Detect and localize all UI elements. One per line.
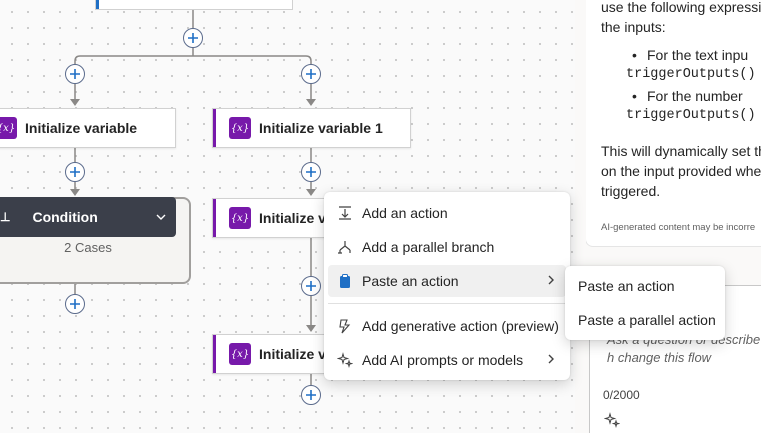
card-accent (213, 199, 216, 237)
sparkle-icon[interactable] (604, 412, 620, 428)
menu-item-label: Paste an action (362, 273, 459, 289)
plus-icon (306, 390, 316, 400)
plus-icon (306, 281, 316, 291)
action-card-initialize-variable[interactable]: {x} Initialize variable (0, 108, 176, 148)
chevron-right-icon (546, 352, 556, 368)
menu-item-add-parallel-branch[interactable]: Add a parallel branch (328, 231, 566, 263)
variable-icon: {x} (229, 207, 251, 229)
insert-step-button[interactable] (301, 64, 321, 84)
response-text: the inputs: (601, 19, 666, 35)
insert-step-button[interactable] (301, 276, 321, 296)
plus-icon (70, 69, 80, 79)
generative-action-icon (336, 317, 354, 335)
card-accent (96, 0, 99, 9)
insert-step-button[interactable] (301, 162, 321, 182)
response-text: use the following expressi (601, 0, 761, 15)
menu-item-label: Add generative action (preview) (362, 318, 559, 334)
insert-step-button[interactable] (183, 28, 203, 48)
action-card-initialize-variable-1[interactable]: {x} Initialize variable 1 (212, 108, 411, 148)
step-context-menu: Add an action Add a parallel branch Past… (324, 192, 570, 380)
insert-step-button[interactable] (301, 385, 321, 405)
response-text: triggered. (601, 183, 661, 199)
response-text: This will dynamically set th (601, 143, 761, 159)
action-title: Initialize variable (25, 120, 138, 136)
plus-icon (188, 33, 198, 43)
insert-step-button[interactable] (65, 64, 85, 84)
menu-item-add-ai-prompts[interactable]: Add AI prompts or models (328, 344, 566, 376)
menu-item-add-action[interactable]: Add an action (328, 197, 566, 229)
bullet-dot: • (632, 47, 637, 63)
condition-title: Condition (32, 209, 98, 225)
action-card-initialize-variable-3[interactable]: {x} Initialize v (212, 334, 332, 374)
submenu-item-paste-action[interactable]: Paste an action (569, 270, 721, 302)
insert-step-button[interactable] (65, 294, 85, 314)
plus-icon (306, 69, 316, 79)
menu-item-paste-action[interactable]: Paste an action (328, 265, 566, 297)
menu-item-label: Add AI prompts or models (362, 352, 524, 368)
menu-item-label: Add an action (362, 205, 448, 221)
variable-icon: {x} (229, 117, 251, 139)
action-title: Initialize v (259, 346, 326, 362)
clipboard-icon (336, 272, 354, 290)
card-accent (213, 109, 216, 147)
menu-item-label: Add a parallel branch (362, 239, 495, 255)
panel-gutter (575, 0, 586, 433)
ai-disclaimer: AI-generated content may be incorre (601, 222, 756, 233)
chevron-down-icon[interactable] (155, 211, 167, 223)
submenu-item-label: Paste a parallel action (578, 312, 716, 328)
response-text: on the input provided whe (601, 163, 761, 179)
condition-cases-label: 2 Cases (64, 240, 112, 255)
bullet-dot: • (632, 88, 637, 104)
menu-item-add-generative-action[interactable]: Add generative action (preview) (328, 310, 566, 342)
ai-sparkle-icon (336, 351, 354, 369)
menu-divider (328, 303, 566, 304)
chevron-right-icon (546, 273, 556, 289)
add-action-icon (336, 204, 354, 222)
response-code: triggerOutputs() (626, 67, 756, 82)
parallel-branch-icon (336, 238, 354, 256)
copilot-panel: use the following expressi the inputs: •… (586, 0, 761, 433)
condition-header[interactable]: ⊥ Condition (0, 197, 176, 237)
char-count: 0/2000 (603, 388, 640, 402)
card-accent (213, 335, 216, 373)
action-card-initialize-variable-2[interactable]: {x} Initialize v (212, 198, 332, 238)
response-code: triggerOutputs() (626, 108, 756, 123)
condition-icon: ⊥ (0, 210, 11, 224)
insert-step-button[interactable] (65, 162, 85, 182)
plus-icon (70, 167, 80, 177)
response-bullet: For the text inpu (647, 47, 749, 63)
copilot-response: use the following expressi the inputs: •… (586, 0, 761, 247)
plus-icon (70, 299, 80, 309)
action-title: Initialize v (259, 210, 326, 226)
plus-icon (306, 167, 316, 177)
response-bullet: For the number (647, 88, 743, 104)
trigger-card[interactable] (95, 0, 293, 10)
variable-icon: {x} (0, 117, 17, 139)
paste-submenu: Paste an action Paste a parallel action (565, 266, 725, 340)
variable-icon: {x} (229, 343, 251, 365)
submenu-item-label: Paste an action (578, 278, 675, 294)
action-title: Initialize variable 1 (259, 120, 383, 136)
submenu-item-paste-parallel-action[interactable]: Paste a parallel action (569, 304, 721, 336)
